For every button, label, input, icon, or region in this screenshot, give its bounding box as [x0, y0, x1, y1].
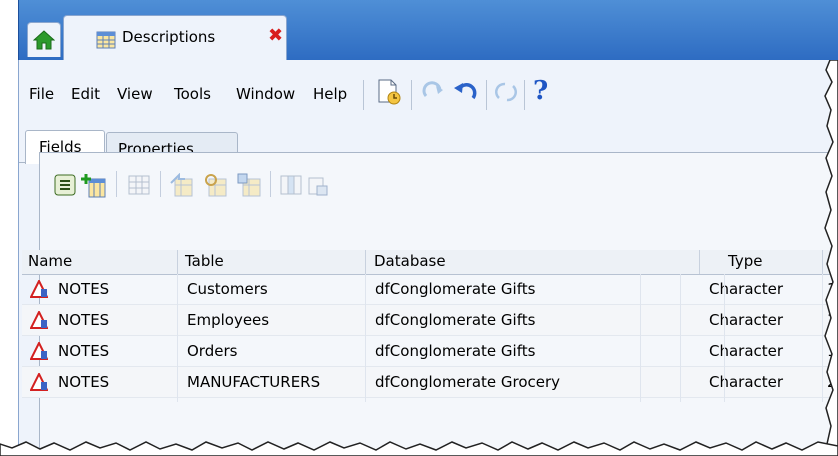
column-header-name[interactable]: Name — [28, 252, 72, 270]
select-list-icon[interactable] — [53, 173, 77, 197]
home-tab[interactable] — [27, 22, 61, 57]
refresh-icon[interactable] — [493, 78, 519, 106]
cell-name: NOTES — [58, 373, 110, 391]
menu-file[interactable]: File — [29, 85, 54, 103]
columns-icon[interactable] — [279, 173, 303, 197]
column-line — [680, 274, 681, 402]
torn-edge-right — [824, 60, 838, 456]
cell-name: NOTES — [58, 311, 110, 329]
cell-database: dfConglomerate Gifts — [375, 280, 536, 298]
column-header-type[interactable]: Type — [728, 252, 762, 270]
menu-tools[interactable]: Tools — [174, 85, 211, 103]
column-header-table[interactable]: Table — [185, 252, 224, 270]
table-row[interactable]: NOTES Employees dfConglomerate Gifts Cha… — [22, 305, 838, 336]
menu-edit[interactable]: Edit — [71, 85, 100, 103]
memo-field-icon — [30, 280, 48, 298]
grid-icon[interactable] — [127, 173, 151, 197]
toolbar-separator — [160, 171, 161, 197]
new-report-icon[interactable] — [376, 78, 402, 106]
menu-view[interactable]: View — [117, 85, 153, 103]
descriptions-tab-label: Descriptions — [122, 28, 216, 46]
cell-type: Character — [709, 342, 784, 360]
memo-field-icon — [30, 342, 48, 360]
export-icon[interactable] — [306, 173, 330, 197]
table-icon — [96, 31, 116, 49]
column-line — [640, 274, 641, 402]
cell-table: Customers — [187, 280, 268, 298]
undo-arrow-icon[interactable] — [452, 78, 478, 106]
help-icon[interactable]: ? — [533, 76, 548, 106]
redo-arrow-icon[interactable] — [421, 78, 447, 106]
cell-table: Employees — [187, 311, 270, 329]
toolbar-separator — [270, 171, 271, 197]
cell-type: Character — [709, 373, 784, 391]
menu-window[interactable]: Window — [236, 85, 295, 103]
document-tab-strip: Descriptions ✖ — [18, 0, 838, 61]
cell-database: dfConglomerate Gifts — [375, 342, 536, 360]
toolbar-separator — [486, 80, 487, 110]
table-row[interactable]: NOTES MANUFACTURERS dfConglomerate Groce… — [22, 367, 838, 398]
cell-name: NOTES — [58, 280, 110, 298]
move-field-icon[interactable] — [169, 173, 195, 199]
memo-field-icon — [30, 373, 48, 391]
close-tab-icon[interactable]: ✖ — [268, 25, 283, 46]
column-line — [365, 274, 366, 402]
add-column-icon[interactable] — [81, 173, 107, 199]
cell-name: NOTES — [58, 342, 110, 360]
toolbar-separator — [524, 80, 525, 110]
menu-help[interactable]: Help — [313, 85, 347, 103]
toolbar-separator — [411, 80, 412, 110]
column-line — [177, 274, 178, 402]
cell-table: MANUFACTURERS — [187, 373, 321, 391]
menu-separator — [363, 80, 364, 110]
house-icon — [33, 30, 55, 50]
column-header-database[interactable]: Database — [374, 252, 446, 270]
grid-header: Name Table Database Type — [22, 250, 838, 275]
toolbar-separator — [116, 171, 117, 197]
table-row[interactable]: NOTES Orders dfConglomerate Gifts Charac… — [22, 336, 838, 367]
fields-toolbar — [41, 154, 838, 206]
table-row[interactable]: NOTES Customers dfConglomerate Gifts Cha… — [22, 274, 838, 305]
column-divider[interactable] — [365, 250, 366, 274]
memo-field-icon — [30, 311, 48, 329]
cell-type: Character — [709, 280, 784, 298]
torn-edge-bottom — [0, 441, 838, 456]
field-index-icon[interactable] — [237, 173, 263, 199]
cell-type: Character — [709, 311, 784, 329]
column-divider[interactable] — [177, 250, 178, 274]
field-properties-icon[interactable] — [203, 173, 229, 199]
menu-bar: File Edit View Tools Window Help ? — [19, 60, 838, 118]
column-divider[interactable] — [699, 250, 700, 274]
cell-table: Orders — [187, 342, 238, 360]
application-window: Descriptions ✖ File Edit View Tools Wind… — [0, 0, 838, 456]
cell-database: dfConglomerate Gifts — [375, 311, 536, 329]
descriptions-tab[interactable]: Descriptions ✖ — [63, 15, 287, 61]
cell-database: dfConglomerate Grocery — [375, 373, 561, 391]
column-line — [724, 274, 725, 402]
